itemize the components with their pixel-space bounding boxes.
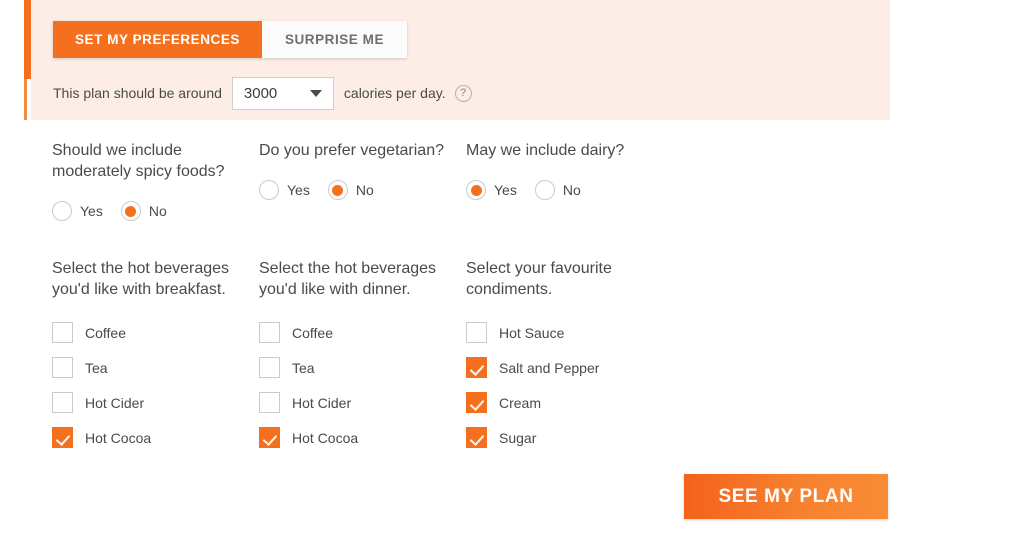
left-accent-bar-tail (24, 79, 27, 120)
checkbox-icon (259, 322, 280, 343)
calorie-prefix-label: This plan should be around (53, 85, 222, 101)
checkbox-breakfast-coffee[interactable]: Coffee (52, 322, 259, 343)
see-my-plan-label: SEE MY PLAN (718, 485, 854, 507)
checkbox-condiment-sugar-label: Sugar (499, 429, 537, 446)
checkbox-condiment-salt-and-pepper[interactable]: Salt and Pepper (466, 357, 673, 378)
checkbox-checked-icon (52, 427, 73, 448)
question-breakfast-beverages: Select the hot beverages you'd like with… (52, 258, 259, 462)
question-dairy: May we include dairy? Yes No (466, 140, 673, 222)
question-vegetarian-options: Yes No (259, 179, 466, 201)
checkbox-icon (52, 392, 73, 413)
radio-dairy-no-label: No (562, 182, 581, 198)
radio-dairy-no[interactable]: No (534, 180, 581, 200)
checkbox-dinner-hot-cocoa[interactable]: Hot Cocoa (259, 427, 466, 448)
mode-tabs: SET MY PREFERENCES SURPRISE ME (53, 21, 408, 58)
tab-surprise-me-label: SURPRISE ME (284, 32, 385, 47)
question-dinner-beverages: Select the hot beverages you'd like with… (259, 258, 466, 462)
question-dairy-options: Yes No (466, 179, 673, 201)
checkbox-condiment-hot-sauce[interactable]: Hot Sauce (466, 322, 673, 343)
radio-spicy-yes[interactable]: Yes (52, 201, 103, 221)
question-breakfast-beverages-title: Select the hot beverages you'd like with… (52, 260, 230, 298)
checkbox-dinner-tea-label: Tea (292, 359, 315, 376)
question-dairy-title: May we include dairy? (466, 142, 625, 159)
checkbox-breakfast-tea[interactable]: Tea (52, 357, 259, 378)
breakfast-beverages-list: Coffee Tea Hot Cider Hot Cocoa (52, 322, 259, 448)
checkbox-dinner-tea[interactable]: Tea (259, 357, 466, 378)
radio-spicy-yes-label: Yes (80, 203, 103, 219)
checkbox-condiment-cream[interactable]: Cream (466, 392, 673, 413)
question-mark-icon[interactable]: ? (454, 84, 472, 102)
condiments-list: Hot Sauce Salt and Pepper Cream Sugar (466, 322, 673, 448)
calorie-select[interactable]: 3000 (231, 76, 334, 110)
checkbox-icon (52, 357, 73, 378)
radio-circle-selected-icon (120, 201, 141, 221)
calorie-suffix-label: calories per day. (343, 85, 446, 101)
checkbox-checked-icon (466, 392, 487, 413)
radio-vegetarian-no[interactable]: No (327, 180, 374, 200)
checkbox-condiment-hot-sauce-label: Hot Sauce (499, 324, 565, 341)
calorie-select-value: 3000 (243, 84, 278, 102)
checkbox-dinner-hot-cocoa-label: Hot Cocoa (292, 429, 359, 446)
checkbox-icon (259, 392, 280, 413)
preferences-page: SET MY PREFERENCES SURPRISE ME This plan… (0, 0, 1024, 544)
checkbox-icon (466, 322, 487, 343)
checkbox-checked-icon (259, 427, 280, 448)
radio-vegetarian-yes-label: Yes (287, 182, 310, 198)
checkbox-breakfast-hot-cider[interactable]: Hot Cider (52, 392, 259, 413)
checkbox-icon (52, 322, 73, 343)
radio-dairy-yes[interactable]: Yes (466, 180, 517, 200)
radio-vegetarian-no-label: No (355, 182, 374, 198)
tab-surprise-me[interactable]: SURPRISE ME (261, 21, 408, 58)
checkbox-breakfast-hot-cocoa-label: Hot Cocoa (85, 429, 152, 446)
dinner-beverages-list: Coffee Tea Hot Cider Hot Cocoa (259, 322, 466, 448)
question-vegetarian-title: Do you prefer vegetarian? (259, 142, 444, 159)
radio-circle-icon (259, 180, 279, 200)
checkbox-breakfast-coffee-label: Coffee (85, 324, 126, 341)
radio-circle-selected-icon (466, 180, 486, 200)
questions-row-radios: Should we include moderately spicy foods… (52, 140, 812, 222)
question-vegetarian: Do you prefer vegetarian? Yes No (259, 140, 466, 222)
question-condiments-title: Select your favourite condiments. (466, 260, 612, 298)
see-my-plan-button[interactable]: SEE MY PLAN (684, 474, 888, 519)
checkbox-breakfast-hot-cider-label: Hot Cider (85, 394, 145, 411)
checkbox-checked-icon (466, 357, 487, 378)
question-dinner-beverages-title: Select the hot beverages you'd like with… (259, 260, 437, 298)
chevron-down-icon (309, 90, 322, 97)
question-spicy-options: Yes No (52, 200, 259, 222)
checkbox-dinner-hot-cider[interactable]: Hot Cider (259, 392, 466, 413)
checkbox-breakfast-hot-cocoa[interactable]: Hot Cocoa (52, 427, 259, 448)
checkbox-checked-icon (466, 427, 487, 448)
checkbox-dinner-hot-cider-label: Hot Cider (292, 394, 352, 411)
checkbox-condiment-salt-and-pepper-label: Salt and Pepper (499, 359, 600, 376)
left-accent-bar (24, 0, 31, 79)
radio-circle-icon (52, 201, 72, 221)
checkbox-dinner-coffee[interactable]: Coffee (259, 322, 466, 343)
tab-set-my-preferences[interactable]: SET MY PREFERENCES (53, 21, 262, 58)
question-spicy-title: Should we include moderately spicy foods… (52, 142, 225, 180)
questions-grid: Should we include moderately spicy foods… (52, 140, 812, 462)
checkbox-icon (259, 357, 280, 378)
checkbox-breakfast-tea-label: Tea (85, 359, 108, 376)
radio-circle-selected-icon (327, 180, 348, 200)
radio-spicy-no[interactable]: No (120, 201, 167, 221)
questions-row-checkboxes: Select the hot beverages you'd like with… (52, 258, 812, 462)
checkbox-condiment-cream-label: Cream (499, 394, 542, 411)
radio-spicy-no-label: No (148, 203, 167, 219)
checkbox-condiment-sugar[interactable]: Sugar (466, 427, 673, 448)
calorie-row: This plan should be around 3000 calories… (53, 76, 472, 110)
radio-vegetarian-yes[interactable]: Yes (259, 180, 310, 200)
checkbox-dinner-coffee-label: Coffee (292, 324, 333, 341)
tab-set-my-preferences-label: SET MY PREFERENCES (75, 32, 240, 47)
question-spicy: Should we include moderately spicy foods… (52, 140, 259, 222)
question-condiments: Select your favourite condiments. Hot Sa… (466, 258, 673, 462)
radio-circle-icon (534, 180, 555, 200)
radio-dairy-yes-label: Yes (494, 182, 517, 198)
